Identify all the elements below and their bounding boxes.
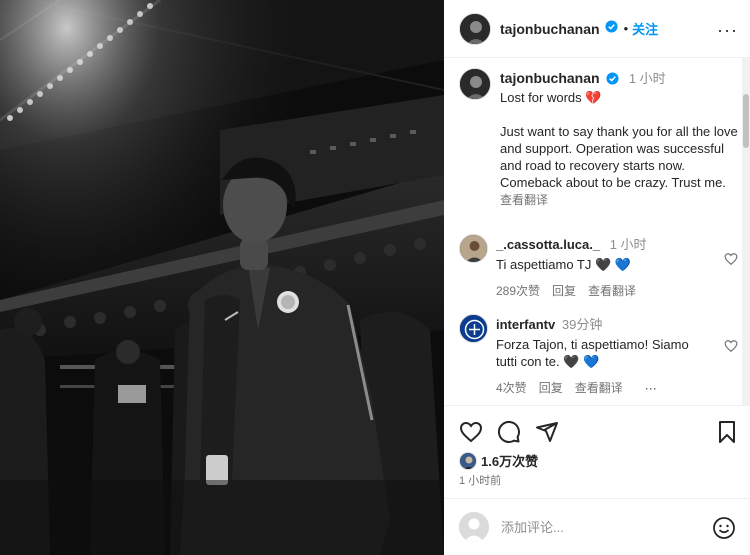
caption-text: Just want to say thank you for all the l… <box>500 123 738 190</box>
action-bar <box>459 420 739 444</box>
post-photo[interactable] <box>0 0 444 555</box>
share-icon[interactable] <box>535 420 559 449</box>
bookmark-icon[interactable] <box>715 420 739 449</box>
comment-username[interactable]: interfantv <box>496 317 555 332</box>
post-timestamp: 1 小时前 <box>459 475 502 487</box>
post-panel: tajonbuchanan • 关注 ··· tajonbuchanan 1 小… <box>444 0 750 555</box>
comment-heart-icon[interactable] <box>724 339 738 358</box>
add-comment-bar <box>444 498 750 555</box>
comment-username[interactable]: _.cassotta.luca._ <box>496 237 600 252</box>
separator-dot: • <box>623 21 629 36</box>
comment-avatar[interactable] <box>459 234 488 263</box>
liker-avatar[interactable] <box>459 451 477 470</box>
follow-button[interactable]: 关注 <box>632 19 658 38</box>
reply-button[interactable]: 回复 <box>552 282 576 299</box>
comment-actions: 289次赞 回复 查看翻译 <box>496 282 647 299</box>
comment-actions: 4次赞 回复 查看翻译 ··· <box>496 379 696 396</box>
heart-icon[interactable] <box>459 420 483 449</box>
comments-section[interactable]: tajonbuchanan 1 小时 Lost for words 💔 Just… <box>444 58 750 406</box>
caption-line1: Lost for words 💔 <box>500 89 602 105</box>
likes-row: 1.6万次赞 <box>459 451 538 470</box>
caption-body: tajonbuchanan 1 小时 Lost for words 💔 Just… <box>500 68 739 208</box>
comment-text: Ti aspettiamo TJ 🖤 💙 <box>496 257 631 272</box>
comment-heart-icon[interactable] <box>724 252 738 271</box>
caption-translate[interactable]: 查看翻译 <box>500 191 739 208</box>
comment-item: _.cassotta.luca._ 1 小时 Ti aspettiamo TJ … <box>459 234 744 299</box>
comment-time: 39分钟 <box>561 317 603 332</box>
verified-icon <box>606 72 619 88</box>
translate-button[interactable]: 查看翻译 <box>588 282 636 299</box>
verified-icon <box>605 19 618 38</box>
post-header: tajonbuchanan • 关注 ··· <box>444 0 750 58</box>
scrollbar-thumb[interactable] <box>743 94 749 148</box>
comment-input[interactable] <box>501 519 701 535</box>
comment-more-icon[interactable]: ··· <box>645 381 657 395</box>
comment-time: 1 小时 <box>609 237 647 252</box>
comment-item: interfantv 39分钟 Forza Tajon, ti aspettia… <box>459 314 744 396</box>
likes-count[interactable]: 1.6万次赞 <box>481 451 538 470</box>
caption-avatar[interactable] <box>459 68 491 100</box>
user-avatar <box>459 512 489 542</box>
comment-text: Forza Tajon, ti aspettiamo! Siamo tutti … <box>496 337 689 369</box>
comment-icon[interactable] <box>497 420 521 449</box>
username[interactable]: tajonbuchanan <box>500 21 600 37</box>
caption: tajonbuchanan 1 小时 Lost for words 💔 Just… <box>459 68 739 208</box>
comment-avatar[interactable] <box>459 314 488 343</box>
comment-likes[interactable]: 289次赞 <box>496 282 540 299</box>
more-icon[interactable]: ··· <box>717 20 738 41</box>
emoji-icon[interactable] <box>712 516 736 545</box>
scrollbar[interactable] <box>742 58 750 405</box>
post-image <box>0 0 444 555</box>
caption-username[interactable]: tajonbuchanan <box>500 70 600 86</box>
reply-button[interactable]: 回复 <box>539 379 563 396</box>
comment-likes[interactable]: 4次赞 <box>496 379 527 396</box>
avatar[interactable] <box>459 12 491 45</box>
translate-button[interactable]: 查看翻译 <box>575 379 623 396</box>
caption-time: 1 小时 <box>628 71 666 86</box>
